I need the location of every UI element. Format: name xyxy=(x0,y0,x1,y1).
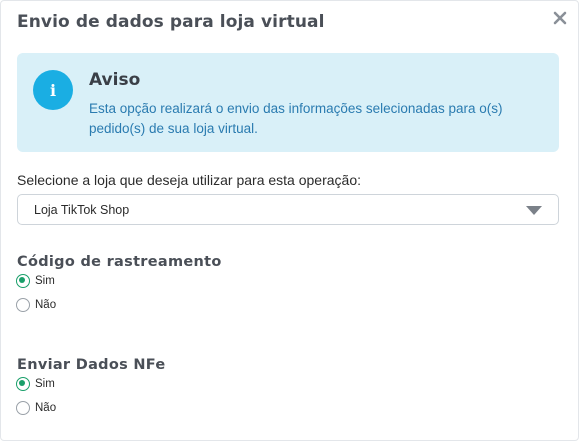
nfe-section-title: Enviar Dados NFe xyxy=(17,357,166,373)
caret-down-icon xyxy=(526,206,542,215)
tracking-radio-nao-label: Não xyxy=(35,299,57,311)
alert-title: Aviso xyxy=(89,70,141,90)
nfe-radio-nao-label: Não xyxy=(35,402,57,414)
store-select-value: Loja TikTok Shop xyxy=(34,203,130,217)
nfe-radio-nao-control[interactable] xyxy=(16,401,30,415)
tracking-section-title: Código de rastreamento xyxy=(17,254,222,270)
close-button[interactable] xyxy=(550,7,570,29)
info-icon: i xyxy=(33,70,73,110)
tracking-radio-nao-control[interactable] xyxy=(16,298,30,312)
alert-text: Esta opção realizará o envio das informa… xyxy=(89,101,503,136)
tracking-radio-sim[interactable]: Sim xyxy=(16,274,55,288)
store-select-label: Selecione a loja que deseja utilizar par… xyxy=(17,172,362,188)
info-alert: i Aviso Esta opção realizará o envio das… xyxy=(17,53,559,152)
tracking-radio-nao[interactable]: Não xyxy=(16,298,56,312)
modal-title: Envio de dados para loja virtual xyxy=(17,12,325,32)
close-icon[interactable] xyxy=(553,11,567,25)
nfe-radio-sim-label: Sim xyxy=(35,378,55,390)
modal-dialog: Envio de dados para loja virtual i Aviso… xyxy=(0,0,579,441)
nfe-radio-nao[interactable]: Não xyxy=(16,401,56,415)
tracking-radio-sim-label: Sim xyxy=(35,275,55,287)
tracking-radio-sim-control[interactable] xyxy=(16,274,30,288)
nfe-radio-sim[interactable]: Sim xyxy=(16,377,55,391)
nfe-radio-sim-control[interactable] xyxy=(16,377,30,391)
store-select[interactable]: Loja TikTok Shop xyxy=(17,194,559,225)
